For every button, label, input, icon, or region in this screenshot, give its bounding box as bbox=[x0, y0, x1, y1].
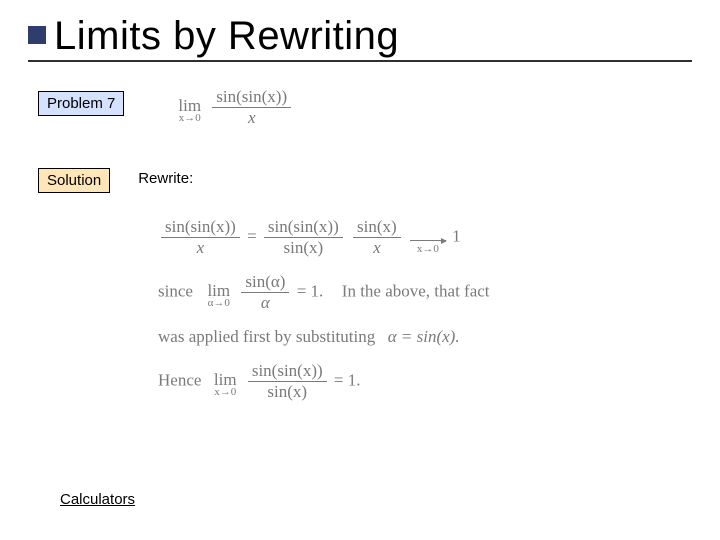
page-title: Limits by Rewriting bbox=[54, 12, 690, 59]
problem-tag: Problem 7 bbox=[38, 91, 124, 116]
substitution-line: was applied first by substituting α = si… bbox=[158, 327, 690, 347]
since-line: since lim α→0 sin(α) α = 1. In the above… bbox=[158, 272, 690, 313]
title-underline bbox=[28, 60, 692, 62]
hence-line: Hence lim x→0 sin(sin(x)) sin(x) = 1. bbox=[158, 361, 690, 402]
problem-expression: lim x→0 sin(sin(x)) x bbox=[178, 87, 294, 128]
rewrite-equation: sin(sin(x)) x = sin(sin(x)) sin(x) sin(x… bbox=[158, 217, 690, 258]
rewrite-label: Rewrite: bbox=[138, 170, 193, 187]
limit-arrow-icon: x→0 bbox=[410, 240, 446, 256]
slide: Limits by Rewriting Problem 7 lim x→0 si… bbox=[0, 0, 720, 540]
solution-tag: Solution bbox=[38, 168, 110, 193]
title-bullet-icon bbox=[28, 26, 46, 44]
calculators-link[interactable]: Calculators bbox=[60, 491, 135, 508]
derivation-block: sin(sin(x)) x = sin(sin(x)) sin(x) sin(x… bbox=[158, 217, 690, 402]
